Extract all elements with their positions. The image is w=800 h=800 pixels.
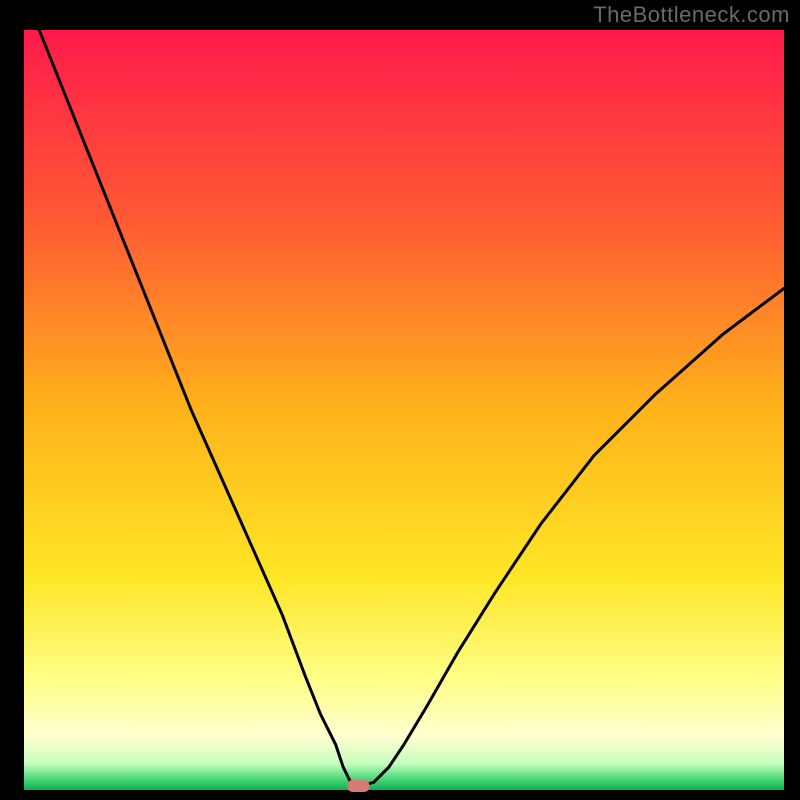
- bottleneck-chart: [0, 0, 800, 800]
- optimal-point-marker: [347, 780, 369, 792]
- watermark-text: TheBottleneck.com: [593, 2, 790, 28]
- chart-frame: TheBottleneck.com: [0, 0, 800, 800]
- plot-background: [24, 30, 784, 790]
